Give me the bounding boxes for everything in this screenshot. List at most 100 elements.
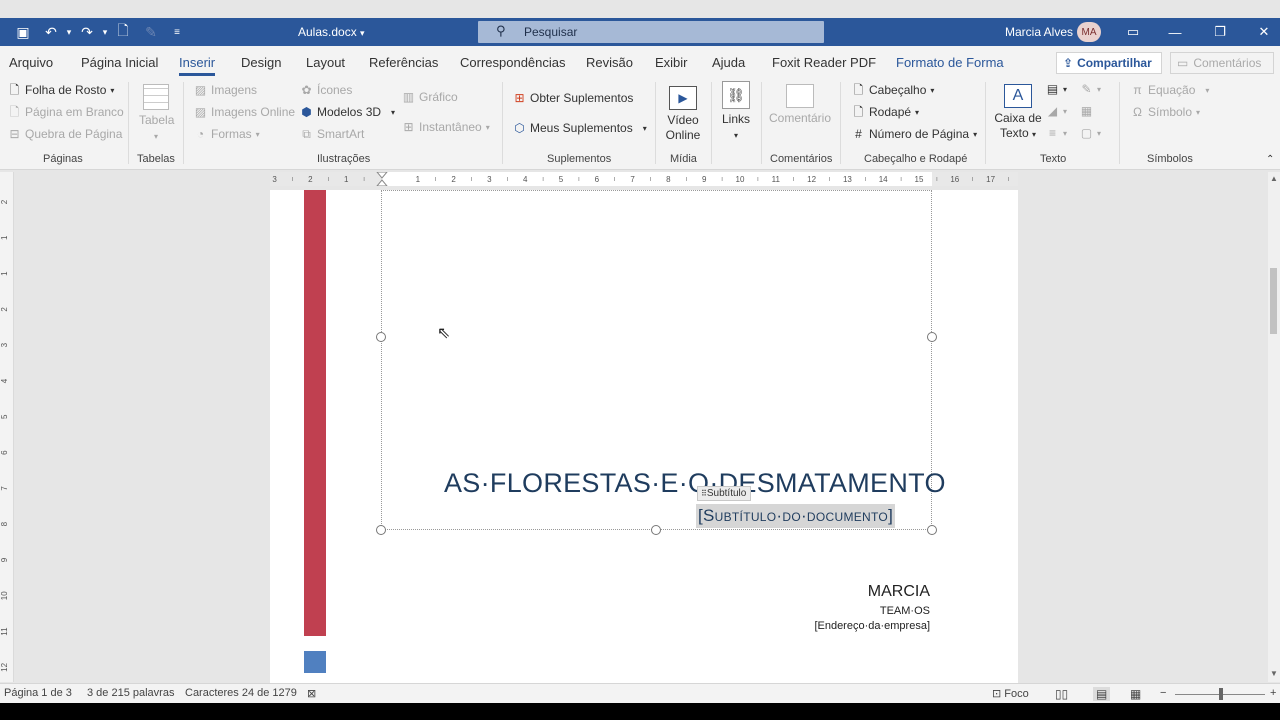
my-addins-button[interactable]: ⬡ Meus Suplementos ▾ bbox=[513, 121, 647, 135]
wordart-button[interactable]: ◢ ▾ bbox=[1046, 105, 1067, 118]
shapes-button[interactable]: ◔ Formas ▾ bbox=[194, 127, 260, 141]
minimize-icon[interactable]: — bbox=[1160, 20, 1190, 44]
new-document-icon[interactable]: 🗋 bbox=[114, 22, 132, 41]
tab-ajuda[interactable]: Ajuda bbox=[712, 55, 745, 70]
zoom-slider-thumb[interactable] bbox=[1219, 688, 1223, 700]
undo-dropdown-icon[interactable]: ▾ bbox=[60, 23, 78, 41]
scroll-up-icon[interactable]: ▲ bbox=[1270, 174, 1278, 183]
document-page[interactable]: AS·FLORESTAS·E·O·DESMATAMENTO [Subtítulo… bbox=[270, 190, 1018, 683]
table-button[interactable]: Tabela ▾ bbox=[139, 84, 174, 144]
character-count[interactable]: Caracteres 24 de 1279 bbox=[185, 687, 297, 699]
page-break-button[interactable]: ⊟ Quebra de Página bbox=[8, 127, 122, 141]
screenshot-icon: ⊞ bbox=[403, 119, 414, 134]
undo-icon[interactable]: ↶ bbox=[42, 23, 60, 41]
images-button[interactable]: ▨ Imagens bbox=[194, 83, 257, 97]
comments-button[interactable]: ▭ Comentários bbox=[1170, 52, 1274, 74]
text-box-button[interactable]: A Caixa de Texto ▾ bbox=[994, 84, 1042, 142]
tab-exibir[interactable]: Exibir bbox=[655, 55, 688, 70]
tab-arquivo[interactable]: Arquivo bbox=[9, 55, 53, 70]
redo-icon[interactable]: ↷ bbox=[78, 23, 96, 41]
resize-handle-bottom-left[interactable] bbox=[376, 525, 386, 535]
vertical-ruler[interactable]: 211234567891011121314 bbox=[0, 172, 14, 708]
get-addins-button[interactable]: ⊞ Obter Suplementos bbox=[513, 91, 633, 105]
draw-icon[interactable]: ✎ bbox=[142, 23, 160, 41]
symbol-button[interactable]: Ω Símbolo ▾ bbox=[1131, 105, 1200, 119]
date-time-button[interactable]: ▦ bbox=[1080, 105, 1093, 118]
company-name[interactable]: TEAM·OS bbox=[880, 605, 930, 617]
cover-page-button[interactable]: 🗋 Folha de Rosto ▾ bbox=[8, 83, 115, 97]
icons-button[interactable]: ✿ Ícones bbox=[300, 83, 352, 97]
read-mode-icon[interactable]: ▯▯ bbox=[1055, 687, 1068, 701]
share-button[interactable]: ⇪ Compartilhar bbox=[1056, 52, 1162, 74]
quick-parts-button[interactable]: ▤ ▾ bbox=[1046, 83, 1067, 96]
resize-handle-bottom-right[interactable] bbox=[927, 525, 937, 535]
tab-design[interactable]: Design bbox=[241, 55, 281, 70]
author-name[interactable]: MARCIA bbox=[868, 583, 930, 601]
tab-pagina-inicial[interactable]: Página Inicial bbox=[81, 55, 158, 70]
links-button[interactable]: ⛓ Links ▾ bbox=[719, 81, 753, 143]
scrollbar-thumb[interactable] bbox=[1270, 268, 1277, 334]
indent-marker[interactable] bbox=[376, 172, 388, 186]
smartart-label: SmartArt bbox=[317, 127, 365, 141]
tab-referencias[interactable]: Referências bbox=[369, 55, 438, 70]
page-count[interactable]: Página 1 de 3 bbox=[4, 687, 72, 699]
document-title-heading[interactable]: AS·FLORESTAS·E·O·DESMATAMENTO bbox=[444, 468, 946, 499]
zoom-in-icon[interactable]: + bbox=[1270, 687, 1276, 699]
proofing-icon[interactable]: ⊠ bbox=[307, 687, 316, 700]
collapse-ribbon-icon[interactable]: ⌃ bbox=[1266, 154, 1274, 165]
page-number-button[interactable]: # Número de Página ▾ bbox=[852, 127, 977, 141]
zoom-out-icon[interactable]: − bbox=[1160, 687, 1166, 699]
resize-handle-right[interactable] bbox=[927, 332, 937, 342]
blank-page-button[interactable]: 🗋 Página em Branco bbox=[8, 105, 124, 119]
search-box[interactable]: ⚲ Pesquisar bbox=[478, 21, 824, 43]
online-video-button[interactable]: ▶ Vídeo Online bbox=[663, 86, 703, 143]
ruler-number: 1 bbox=[416, 175, 421, 184]
scroll-down-icon[interactable]: ▼ bbox=[1270, 669, 1278, 678]
smartart-button[interactable]: ⧉ SmartArt bbox=[300, 127, 364, 141]
tab-revisao[interactable]: Revisão bbox=[586, 55, 633, 70]
chevron-down-icon: ▾ bbox=[153, 132, 158, 141]
image-icon: ▨ bbox=[194, 82, 207, 97]
signature-line-button[interactable]: ✎ ▾ bbox=[1080, 83, 1101, 96]
redo-dropdown-icon[interactable]: ▾ bbox=[96, 23, 114, 41]
close-icon[interactable]: ✕ bbox=[1249, 20, 1279, 44]
focus-button[interactable]: ⊡ Foco bbox=[992, 687, 1029, 700]
equation-button[interactable]: π Equação ▾ bbox=[1131, 83, 1209, 97]
resize-handle-bottom[interactable] bbox=[651, 525, 661, 535]
drop-cap-icon: ≡ bbox=[1048, 126, 1056, 140]
comments-label: Comentários bbox=[1193, 56, 1262, 70]
ribbon-display-options-icon[interactable]: ▭ bbox=[1118, 20, 1148, 44]
company-address[interactable]: [Endereço·da·empresa] bbox=[814, 620, 930, 632]
chevron-down-icon: ▾ bbox=[1032, 130, 1037, 139]
online-images-button[interactable]: ▨ Imagens Online bbox=[194, 105, 295, 119]
3d-models-button[interactable]: ⬢ Modelos 3D ▾ bbox=[300, 105, 395, 119]
customize-toolbar-icon[interactable]: ≡ bbox=[168, 23, 186, 41]
drop-cap-button[interactable]: ≡ ▾ bbox=[1046, 127, 1067, 140]
screenshot-button[interactable]: ⊞ Instantâneo ▾ bbox=[402, 119, 489, 134]
avatar[interactable]: MA bbox=[1077, 22, 1101, 42]
restore-icon[interactable]: ❐ bbox=[1205, 20, 1235, 44]
tab-inserir[interactable]: Inserir bbox=[179, 55, 215, 70]
tab-formato-de-forma[interactable]: Formato de Forma bbox=[896, 55, 1004, 70]
subtitle-content-control[interactable]: [Subtítulo·do·documento] bbox=[696, 504, 896, 528]
ruler-number: 10 bbox=[736, 175, 745, 184]
user-name[interactable]: Marcia Alves bbox=[1005, 25, 1073, 39]
page-break-label: Quebra de Página bbox=[25, 127, 123, 141]
tab-foxit[interactable]: Foxit Reader PDF bbox=[772, 55, 876, 70]
word-count[interactable]: 3 de 215 palavras bbox=[87, 687, 174, 699]
header-button[interactable]: 🗋 Cabeçalho ▾ bbox=[852, 83, 935, 97]
tab-layout[interactable]: Layout bbox=[306, 55, 345, 70]
new-comment-button[interactable]: Comentário bbox=[768, 84, 832, 126]
web-layout-icon[interactable]: ▦ bbox=[1130, 687, 1141, 701]
ruler-number: 12 bbox=[807, 175, 816, 184]
tab-correspondencias[interactable]: Correspondências bbox=[460, 55, 566, 70]
chart-button[interactable]: ▥ Gráfico bbox=[402, 90, 458, 104]
object-button[interactable]: ▢ ▾ bbox=[1080, 127, 1101, 140]
footer-button[interactable]: 🗋 Rodapé ▾ bbox=[852, 105, 919, 119]
save-icon[interactable]: ▣ bbox=[14, 23, 32, 41]
resize-handle-left[interactable] bbox=[376, 332, 386, 342]
subtitle-control-tag[interactable]: ⠿Subtítulo bbox=[697, 486, 752, 501]
document-title[interactable]: Aulas.docx ▾ bbox=[298, 25, 365, 39]
print-layout-icon[interactable]: ▤ bbox=[1093, 687, 1111, 701]
vertical-scrollbar[interactable]: ▲ ▼ bbox=[1268, 172, 1280, 682]
